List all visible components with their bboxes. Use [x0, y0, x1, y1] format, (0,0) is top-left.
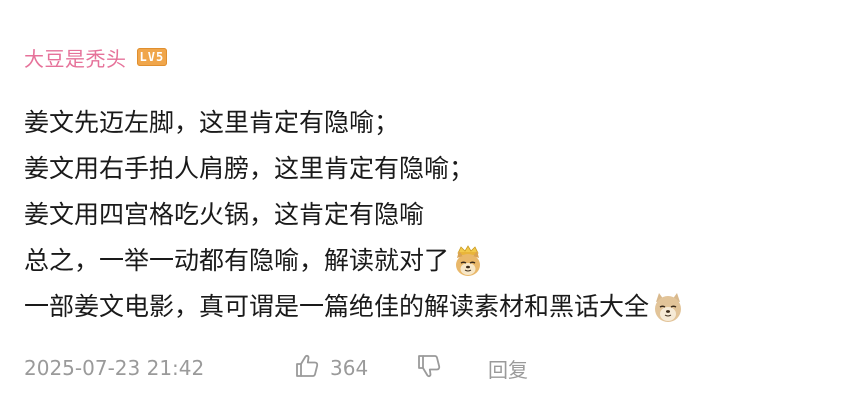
doge-emoji	[651, 290, 685, 324]
timestamp: 2025-07-23 21:42	[24, 356, 205, 380]
comment-line-text: 一部姜文电影，真可谓是一篇绝佳的解读素材和黑话大全	[24, 292, 650, 321]
doge-king-emoji	[451, 244, 485, 278]
comment-line: 总之，一举一动都有隐喻，解读就对了	[24, 238, 824, 284]
dislike-button[interactable]	[416, 353, 488, 384]
comment-line-text: 姜文用右手拍人肩膀，这里肯定有隐喻；	[24, 154, 475, 183]
level-badge: LV5	[136, 48, 168, 66]
thumbs-down-icon	[416, 353, 442, 384]
comment-line: 姜文先迈左脚，这里肯定有隐喻；	[24, 100, 824, 146]
like-count: 364	[330, 356, 369, 380]
comment-line: 姜文用右手拍人肩膀，这里肯定有隐喻；	[24, 146, 824, 192]
comment-body: 姜文先迈左脚，这里肯定有隐喻； 姜文用右手拍人肩膀，这里肯定有隐喻； 姜文用四宫…	[24, 100, 824, 330]
username[interactable]: 大豆是秃头	[24, 43, 127, 72]
comment-line-text: 姜文用四宫格吃火锅，这肯定有隐喻	[24, 200, 425, 229]
comment-card: 大豆是秃头 LV5 姜文先迈左脚，这里肯定有隐喻； 姜文用右手拍人肩膀，这里肯定…	[0, 0, 852, 408]
comment-line-text: 总之，一举一动都有隐喻，解读就对了	[24, 246, 450, 275]
thumbs-up-icon	[294, 353, 320, 384]
comment-line-text: 姜文先迈左脚，这里肯定有隐喻；	[24, 108, 400, 137]
comment-header: 大豆是秃头 LV5	[24, 40, 168, 74]
like-button[interactable]: 364	[294, 353, 416, 384]
comment-line: 姜文用四宫格吃火锅，这肯定有隐喻	[24, 192, 824, 238]
comment-line: 一部姜文电影，真可谓是一篇绝佳的解读素材和黑话大全	[24, 284, 824, 330]
comment-footer: 2025-07-23 21:42 364 回复	[24, 350, 528, 386]
reply-button[interactable]: 回复	[488, 354, 528, 383]
